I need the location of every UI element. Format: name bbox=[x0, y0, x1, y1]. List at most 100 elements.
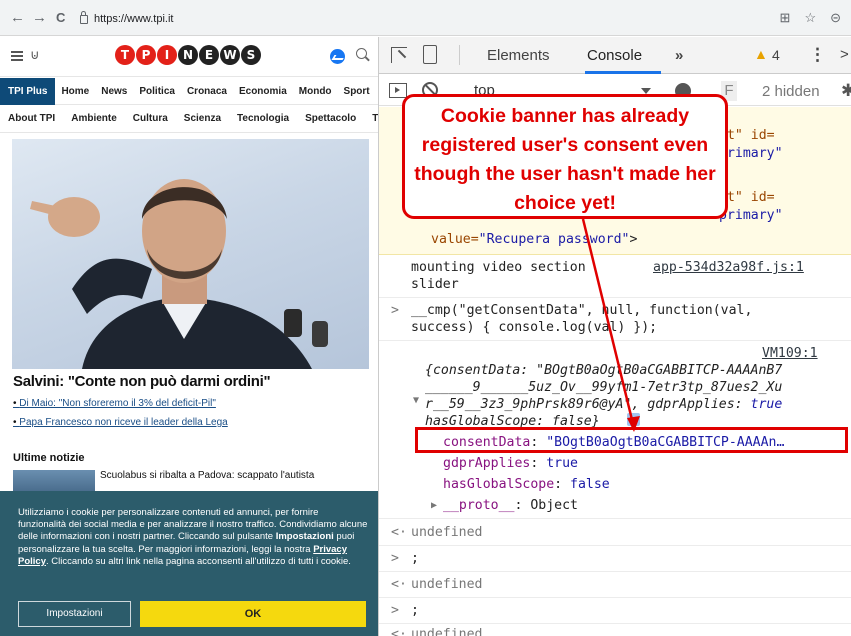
log-message: mounting video section bbox=[411, 260, 586, 275]
object-preview[interactable]: r__59__3z3_9phPrsk89r6@yA", gdprApplies:… bbox=[425, 396, 782, 413]
hamburger-icon[interactable] bbox=[11, 51, 23, 61]
warning-count[interactable]: 4 bbox=[772, 47, 780, 63]
return-icon: <· bbox=[391, 525, 407, 540]
secondary-menu: About TPI Ambiente Cultura Scienza Tecno… bbox=[0, 105, 378, 133]
star-icon[interactable]: ☆ bbox=[804, 10, 816, 26]
browser-toolbar: ← → C https://www.tpi.it ⊞ ☆ ⊝ bbox=[0, 0, 851, 36]
more-tabs-icon[interactable]: » bbox=[675, 47, 683, 64]
cookie-ok-button[interactable]: OK bbox=[140, 601, 366, 627]
menu-item-tv[interactable]: TV bbox=[364, 113, 378, 124]
warning-icon[interactable]: ▲ bbox=[754, 46, 768, 62]
search-icon[interactable] bbox=[356, 48, 367, 59]
gear-icon[interactable]: ✱ bbox=[841, 81, 851, 101]
input-prompt-icon: > bbox=[391, 551, 399, 566]
menu-item-tpi-plus[interactable]: TPI Plus bbox=[0, 77, 56, 105]
address-bar[interactable]: https://www.tpi.it bbox=[80, 9, 173, 29]
reload-icon[interactable]: C bbox=[56, 9, 65, 27]
console-text: value="Recupera password"> bbox=[431, 231, 637, 248]
profile-icon[interactable]: ⊝ bbox=[830, 10, 841, 26]
site-header: ⊍ T P I N E W S bbox=[0, 37, 378, 77]
menu-item-news[interactable]: News bbox=[95, 78, 133, 105]
cookie-text: Utilizziamo i cookie per personalizzare … bbox=[18, 507, 368, 568]
object-preview-part: , gdprApplies: bbox=[631, 397, 751, 412]
property-key: gdprApplies bbox=[443, 456, 531, 471]
input-prompt-icon: > bbox=[391, 303, 399, 318]
menu-item-cultura[interactable]: Cultura bbox=[125, 113, 176, 124]
menu-item-politica[interactable]: Politica bbox=[133, 78, 181, 105]
tab-elements[interactable]: Elements bbox=[487, 47, 550, 64]
divider bbox=[379, 597, 851, 598]
site-logo[interactable]: T P I N E W S bbox=[115, 45, 261, 65]
devtools-tabbar: Elements Console » ▲ 4 ⋮ > bbox=[379, 37, 851, 74]
url-text: https://www.tpi.it bbox=[94, 13, 174, 25]
log-source-link[interactable]: app-534d32a98f.js:1 bbox=[653, 259, 804, 276]
logo-letter: N bbox=[178, 45, 198, 65]
more-options-icon[interactable]: ⋮ bbox=[809, 45, 826, 65]
lock-icon bbox=[80, 10, 88, 24]
object-preview[interactable]: ______9______5uz_Ov__99yfm1-7etr3tp_87ue… bbox=[425, 379, 782, 396]
info-icon[interactable] bbox=[627, 413, 640, 426]
inspect-icon[interactable] bbox=[391, 47, 407, 63]
logo-letter: P bbox=[136, 45, 156, 65]
object-property[interactable]: hasGlobalScope: false bbox=[443, 476, 610, 493]
divider bbox=[379, 571, 851, 572]
divider bbox=[459, 45, 460, 65]
divider bbox=[379, 340, 851, 341]
related-link[interactable]: Papa Francesco non riceve il leader dell… bbox=[13, 417, 227, 428]
sidebar-toggle-icon[interactable] bbox=[389, 83, 407, 98]
translate-icon[interactable]: ⊞ bbox=[780, 10, 791, 26]
messenger-icon[interactable] bbox=[330, 49, 345, 64]
back-icon[interactable]: ← bbox=[10, 9, 25, 27]
object-property[interactable]: gdprApplies: true bbox=[443, 455, 578, 472]
forward-icon[interactable]: → bbox=[32, 9, 47, 27]
consent-highlight-box bbox=[415, 427, 848, 453]
return-value: undefined bbox=[411, 627, 483, 636]
device-toolbar-icon[interactable] bbox=[423, 45, 437, 64]
tab-console[interactable]: Console bbox=[587, 47, 642, 64]
logo-letter: I bbox=[157, 45, 177, 65]
property-value: false bbox=[570, 477, 610, 492]
object-property[interactable]: __proto__: Object bbox=[443, 497, 578, 514]
close-icon[interactable]: > bbox=[840, 46, 849, 63]
return-value: undefined bbox=[411, 577, 483, 592]
logo-letter: T bbox=[115, 45, 135, 65]
menu-item-ambiente[interactable]: Ambiente bbox=[63, 113, 125, 124]
user-icon[interactable]: ⊍ bbox=[30, 47, 40, 63]
console-text: "Recupera password" bbox=[478, 232, 630, 247]
menu-item-mondo[interactable]: Mondo bbox=[293, 78, 338, 105]
expand-triangle-icon[interactable]: ▶ bbox=[431, 497, 437, 514]
property-value: Object bbox=[530, 498, 578, 513]
menu-item-economia[interactable]: Economia bbox=[233, 78, 293, 105]
menu-item-about[interactable]: About TPI bbox=[0, 113, 63, 124]
menu-item-scienza[interactable]: Scienza bbox=[176, 113, 229, 124]
console-command: ; bbox=[411, 551, 419, 566]
logo-letter: E bbox=[199, 45, 219, 65]
console-command: ; bbox=[411, 603, 419, 618]
logo-letter: W bbox=[220, 45, 240, 65]
menu-item-spettacolo[interactable]: Spettacolo bbox=[297, 113, 364, 124]
vm-source-link[interactable]: VM109:1 bbox=[762, 345, 818, 362]
expand-triangle-icon[interactable]: ▼ bbox=[413, 392, 419, 409]
cookie-text-bold: Impostazioni bbox=[275, 531, 334, 543]
divider bbox=[379, 545, 851, 546]
console-command: success) { console.log(val) }); bbox=[411, 320, 658, 335]
article-photo[interactable] bbox=[12, 139, 369, 369]
divider bbox=[379, 297, 851, 298]
property-value: true bbox=[546, 456, 578, 471]
divider bbox=[379, 623, 851, 624]
menu-item-sport[interactable]: Sport bbox=[338, 78, 376, 105]
news-item-title[interactable]: Scuolabus si ribalta a Padova: scappato … bbox=[100, 470, 314, 481]
article-headline[interactable]: Salvini: "Conte non può darmi ordini" bbox=[13, 373, 271, 390]
menu-item-home[interactable]: Home bbox=[55, 78, 95, 105]
related-link[interactable]: Di Maio: "Non sforeremo il 3% del defici… bbox=[13, 398, 216, 409]
hidden-messages-count[interactable]: 2 hidden bbox=[762, 83, 820, 100]
console-text: primary" bbox=[719, 207, 783, 224]
console-text: primary" bbox=[719, 146, 783, 161]
menu-item-cronaca[interactable]: Cronaca bbox=[181, 78, 233, 105]
object-preview[interactable]: {consentData: "BOgtB0aOgtB0aCGABBITCP-AA… bbox=[425, 362, 782, 379]
website-pane: ⊍ T P I N E W S TPI Plus Home News Polit… bbox=[0, 37, 378, 636]
object-preview-part: r__59__3z3_9phPrsk89r6@yA" bbox=[425, 397, 632, 412]
menu-item-tecnologia[interactable]: Tecnologia bbox=[229, 113, 297, 124]
logo-letter: S bbox=[241, 45, 261, 65]
cookie-settings-button[interactable]: Impostazioni bbox=[18, 601, 131, 627]
